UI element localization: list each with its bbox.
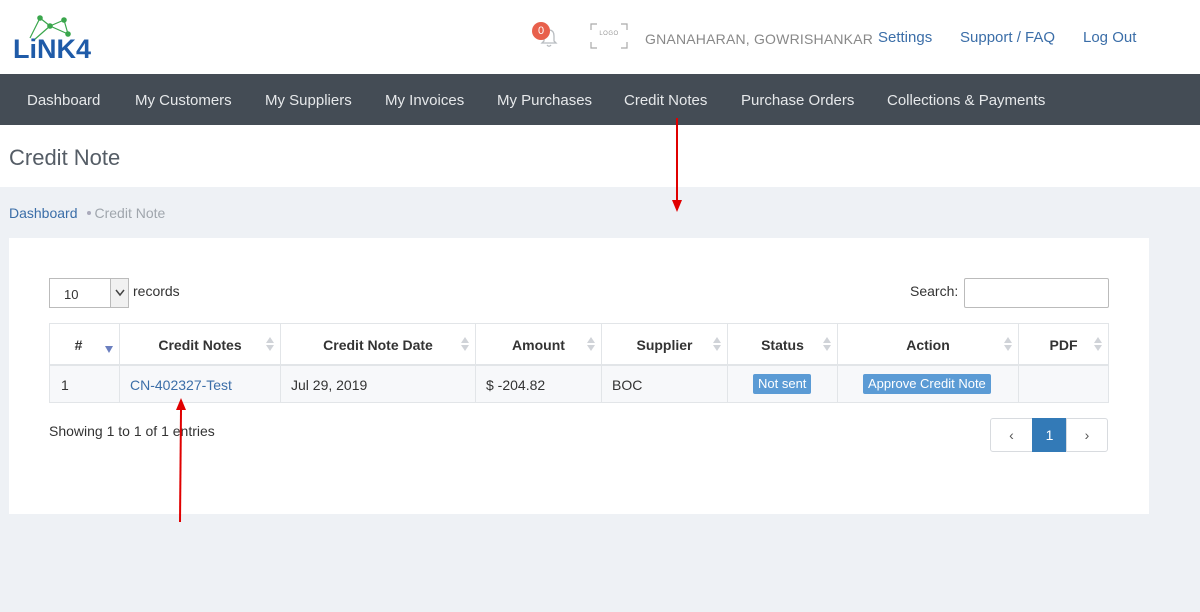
page-title-bar: Credit Note: [0, 125, 1200, 187]
company-logo-placeholder: LOGO: [590, 23, 628, 49]
previous-page-button[interactable]: ‹: [990, 418, 1033, 452]
breadcrumb-current: Credit Note: [94, 205, 166, 221]
main-navigation: Dashboard My Customers My Suppliers My I…: [0, 74, 1200, 125]
nav-purchase-orders[interactable]: Purchase Orders: [741, 92, 854, 109]
settings-link[interactable]: Settings: [878, 29, 932, 46]
nav-dashboard[interactable]: Dashboard: [27, 92, 100, 109]
page-title: Credit Note: [9, 145, 121, 170]
sort-icon: [587, 337, 595, 354]
logout-link[interactable]: Log Out: [1083, 29, 1136, 46]
support-faq-link[interactable]: Support / FAQ: [960, 29, 1055, 46]
sort-icon: [1094, 337, 1102, 354]
table-row-cell-supplier: BOC: [601, 365, 728, 403]
sort-icon: [1004, 337, 1012, 354]
annotation-arrow-up: [176, 398, 186, 523]
dropdown-arrow-icon: [110, 279, 128, 307]
nav-my-customers[interactable]: My Customers: [135, 92, 232, 109]
column-header-credit-notes[interactable]: Credit Notes: [119, 323, 281, 365]
nav-credit-notes[interactable]: Credit Notes: [624, 92, 707, 109]
nav-my-suppliers[interactable]: My Suppliers: [265, 92, 352, 109]
user-name[interactable]: GNANAHARAN, GOWRISHANKAR: [645, 31, 873, 47]
table-row-cell-date: Jul 29, 2019: [280, 365, 476, 403]
nav-my-purchases[interactable]: My Purchases: [497, 92, 592, 109]
page-length-select[interactable]: 10: [49, 278, 129, 308]
credit-note-link[interactable]: CN-402327-Test: [130, 377, 232, 393]
breadcrumb-separator: [86, 211, 91, 216]
column-header-credit-note-date[interactable]: Credit Note Date: [280, 323, 476, 365]
column-header-supplier[interactable]: Supplier: [601, 323, 728, 365]
column-header-action[interactable]: Action: [837, 323, 1019, 365]
svg-text:LiNK4: LiNK4: [13, 34, 91, 64]
breadcrumb-dashboard-link[interactable]: Dashboard: [9, 205, 78, 221]
table-row-cell-index: 1: [49, 365, 120, 403]
sort-icon: [461, 337, 469, 354]
sort-icon: [713, 337, 721, 354]
page-length-value: 10: [64, 287, 79, 302]
table-row-cell-credit-note: CN-402327-Test: [119, 365, 281, 403]
column-header-pdf[interactable]: PDF: [1018, 323, 1109, 365]
approve-credit-note-button[interactable]: Approve Credit Note: [863, 374, 991, 394]
table-row-cell-action: Approve Credit Note: [837, 365, 1019, 403]
notifications-button[interactable]: 0: [532, 22, 562, 52]
nav-my-invoices[interactable]: My Invoices: [385, 92, 464, 109]
nav-collections-payments[interactable]: Collections & Payments: [887, 92, 1045, 109]
search-input[interactable]: [964, 278, 1109, 308]
sort-icon: [823, 337, 831, 354]
table-row-cell-pdf: [1018, 365, 1109, 403]
column-header-index[interactable]: #: [49, 323, 120, 365]
table-row-cell-status: Not sent: [727, 365, 838, 403]
status-badge: Not sent: [753, 374, 812, 394]
column-header-status[interactable]: Status: [727, 323, 838, 365]
search-label: Search:: [910, 283, 959, 299]
sort-desc-icon: [105, 340, 113, 356]
annotation-arrow-down: [672, 118, 682, 212]
sort-icon: [266, 337, 274, 354]
column-header-amount[interactable]: Amount: [475, 323, 602, 365]
link4-logo[interactable]: LiNK4: [12, 14, 108, 64]
records-label: records: [133, 283, 180, 299]
notification-count-badge: 0: [532, 22, 550, 40]
top-bar: LiNK4 0 LOGO GNANAHARAN, GOWRISHANKAR Se…: [0, 0, 1200, 74]
next-page-button[interactable]: ›: [1066, 418, 1108, 452]
breadcrumb: Dashboard Credit Note: [9, 205, 165, 221]
page-1-button[interactable]: 1: [1032, 418, 1067, 452]
table-row-cell-amount: $ -204.82: [475, 365, 602, 403]
